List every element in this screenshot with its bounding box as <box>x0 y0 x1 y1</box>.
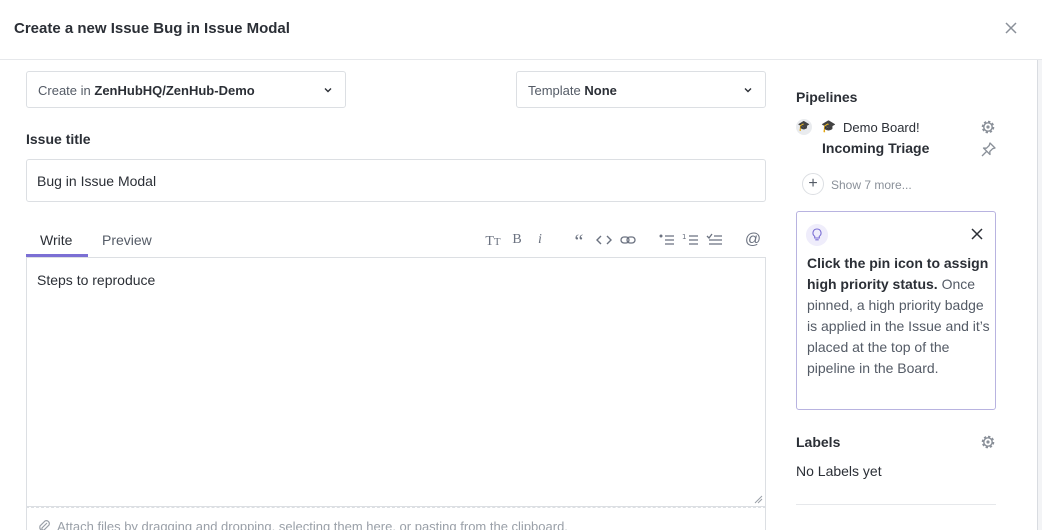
paperclip-icon <box>39 520 50 530</box>
close-icon[interactable] <box>1003 20 1019 36</box>
quote-icon[interactable]: “ <box>570 231 588 253</box>
modal-title: Create a new Issue Bug in Issue Modal <box>14 20 290 37</box>
code-icon[interactable] <box>596 231 612 249</box>
bulleted-list-icon[interactable] <box>658 231 675 249</box>
pin-icon[interactable] <box>980 141 997 158</box>
attach-hint: Attach files by dragging and dropping, s… <box>57 519 568 530</box>
template-select-prefix: Template <box>528 83 581 98</box>
repo-select-prefix: Create in <box>38 83 91 98</box>
text-size-icon[interactable]: TT <box>484 231 502 249</box>
show-more-link[interactable]: Show 7 more... <box>831 178 912 192</box>
tip-text: Click the pin icon to assign high priori… <box>807 253 992 379</box>
show-more-button[interactable]: + <box>802 173 824 195</box>
labels-heading: Labels <box>796 434 841 450</box>
svg-text:1: 1 <box>682 233 686 241</box>
tab-preview[interactable]: Preview <box>102 232 152 248</box>
template-select-value: None <box>584 83 617 98</box>
italic-icon[interactable]: i <box>534 231 546 249</box>
chevron-down-icon <box>324 88 332 93</box>
board-name: Demo Board! <box>843 120 920 135</box>
resize-handle-icon[interactable] <box>754 495 763 504</box>
issue-body-text[interactable]: Steps to reproduce <box>37 272 155 288</box>
repo-select[interactable]: Create in ZenHubHQ/ZenHub-Demo <box>26 71 346 108</box>
mention-icon[interactable]: @ <box>744 231 762 249</box>
attach-files-bar[interactable]: Attach files by dragging and dropping, s… <box>26 507 766 530</box>
lightbulb-icon <box>806 224 828 246</box>
repo-select-value: ZenHubHQ/ZenHub-Demo <box>94 83 255 98</box>
issue-title-label: Issue title <box>26 131 91 147</box>
link-icon[interactable] <box>620 231 636 249</box>
graduation-cap-icon: 🎓 <box>821 119 836 133</box>
background-edge <box>1037 60 1042 530</box>
issue-body-editor[interactable]: Steps to reproduce <box>26 257 766 507</box>
no-labels-text: No Labels yet <box>796 463 882 479</box>
pipeline-name[interactable]: Incoming Triage <box>822 140 929 156</box>
tab-write[interactable]: Write <box>40 232 72 248</box>
pin-tip-popover: Click the pin icon to assign high priori… <box>796 211 996 410</box>
modal-header: Create a new Issue Bug in Issue Modal <box>0 0 1042 60</box>
gear-icon[interactable] <box>980 434 996 450</box>
bold-icon[interactable]: B <box>510 231 524 249</box>
divider <box>796 504 996 505</box>
close-icon[interactable] <box>970 227 984 241</box>
issue-title-input[interactable] <box>26 159 766 202</box>
template-select[interactable]: Template None <box>516 71 766 108</box>
chevron-down-icon <box>744 88 752 93</box>
gear-icon[interactable] <box>980 119 996 135</box>
task-list-icon[interactable] <box>706 231 723 249</box>
board-avatar: 🎓 <box>796 119 812 135</box>
numbered-list-icon[interactable]: 1 <box>682 231 699 249</box>
pipelines-heading: Pipelines <box>796 89 858 105</box>
